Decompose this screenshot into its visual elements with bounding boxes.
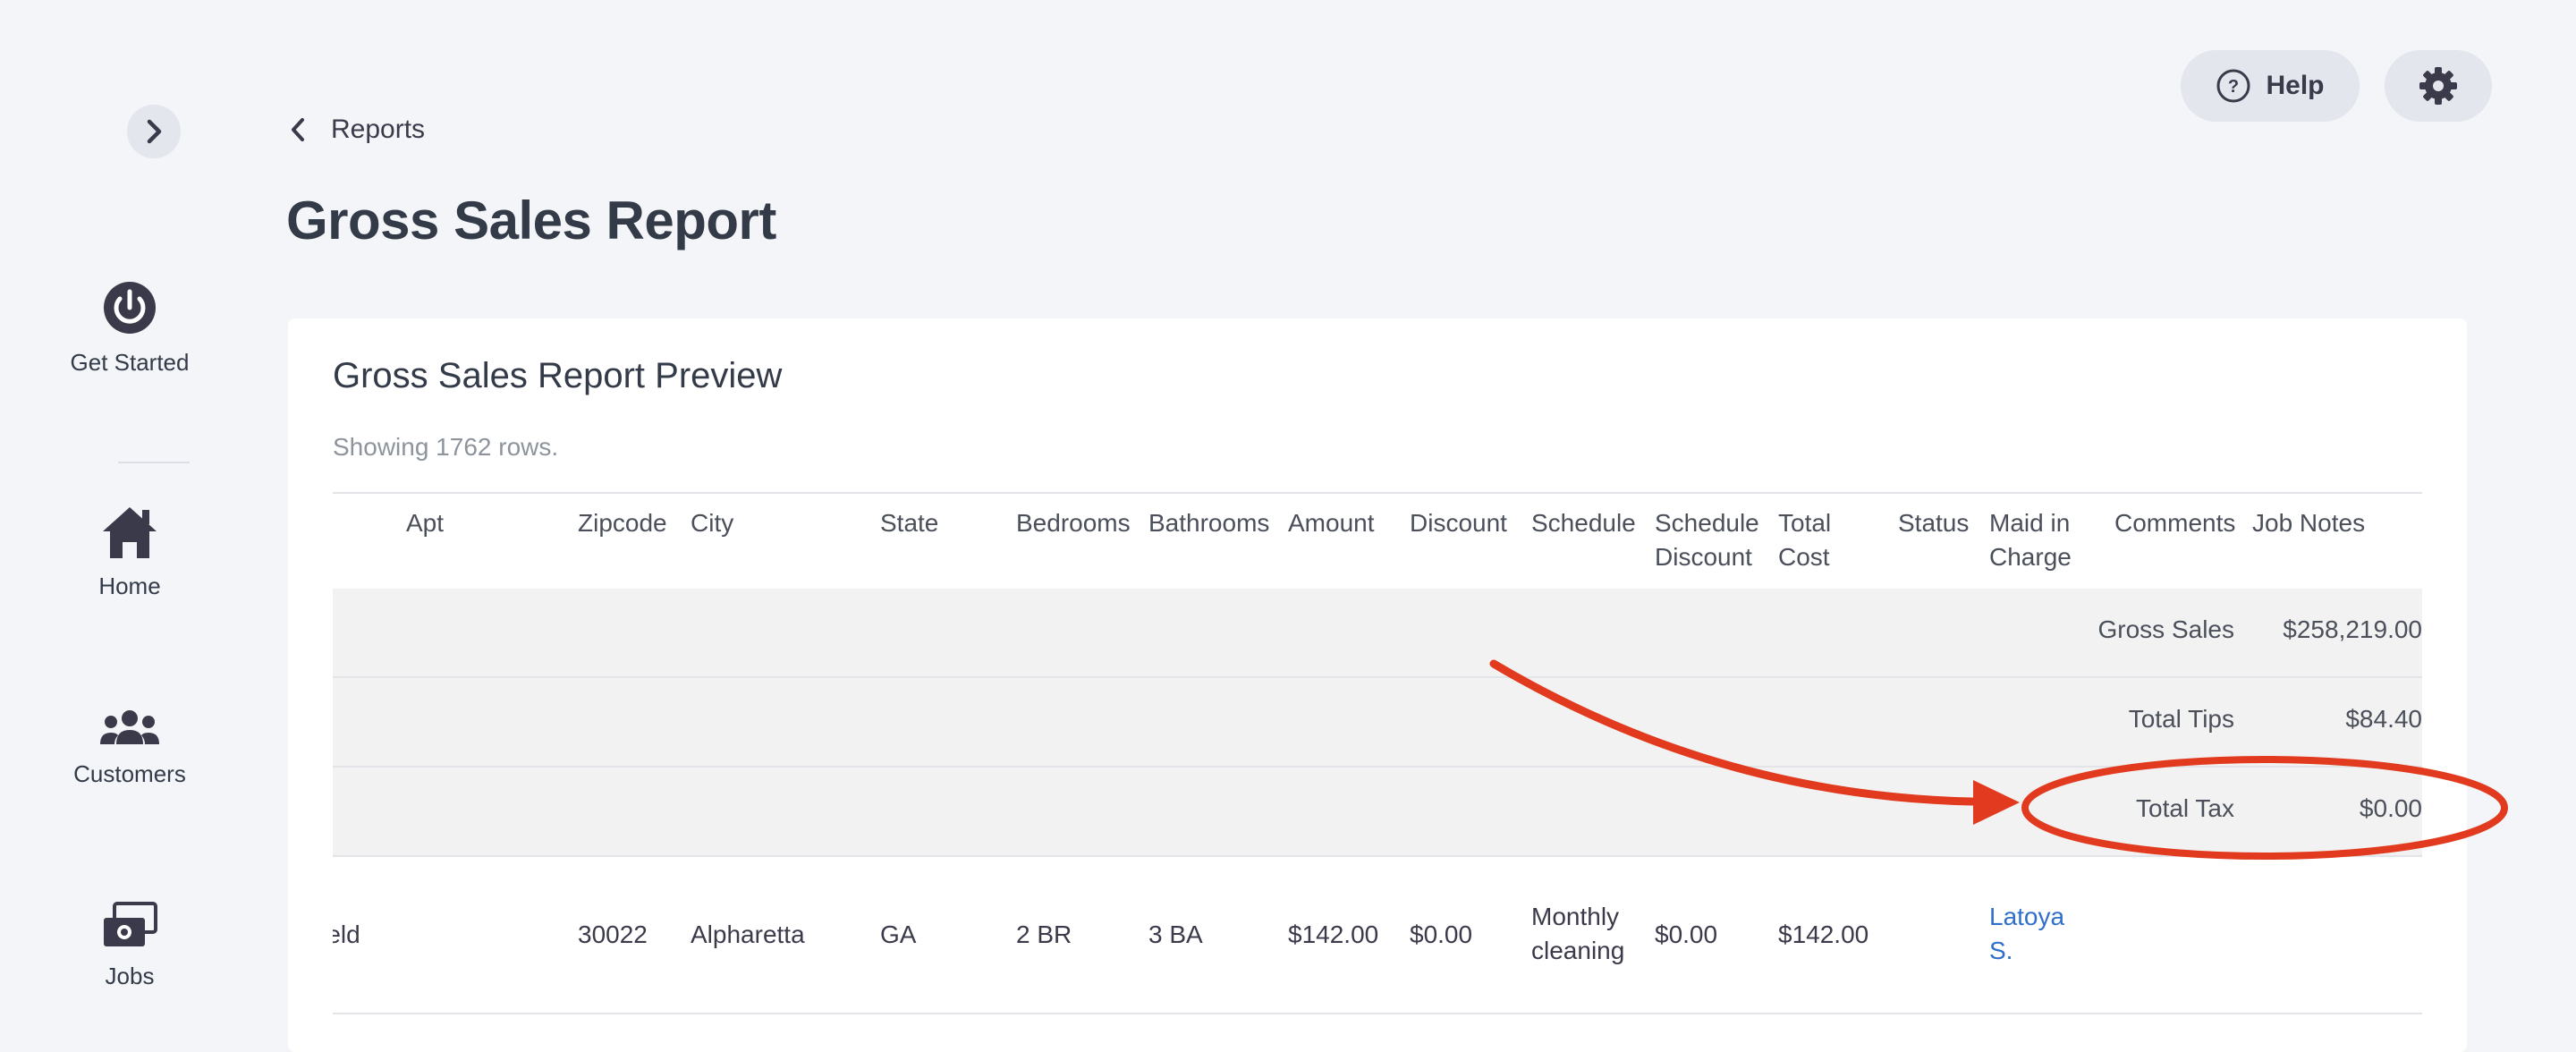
breadcrumb-reports-link[interactable]: Reports: [331, 115, 425, 145]
column-header: City: [691, 509, 734, 537]
summary-label: Gross Sales: [2097, 615, 2235, 643]
jobs-icon: [104, 902, 157, 946]
page-title: Gross Sales Report: [286, 191, 776, 250]
sidebar-item-label: Customers: [73, 760, 186, 787]
svg-text:?: ?: [2228, 77, 2239, 97]
cell-state: GA: [880, 920, 917, 948]
column-header: Schedule: [1531, 509, 1636, 537]
cell-zipcode: 30022: [578, 920, 648, 948]
row-count-text: Showing 1762 rows.: [333, 433, 559, 461]
sidebar-item-label: Jobs: [105, 963, 155, 989]
help-circle-icon: ?: [2216, 69, 2250, 103]
sidebar-item-label: Home: [98, 573, 161, 599]
column-header: Job Notes: [2252, 509, 2366, 537]
sidebar: Get Started Home Customers Jobs: [0, 0, 259, 1025]
column-header: Bathrooms: [1148, 509, 1270, 537]
summary-row-gross-sales: Gross Sales $258,219.00: [333, 589, 2422, 678]
cell-discount: $0.00: [1410, 920, 1473, 948]
breadcrumb[interactable]: Reports: [288, 115, 425, 145]
home-icon: [103, 507, 157, 558]
help-button[interactable]: ? Help: [2181, 50, 2360, 122]
summary-label: Total Tips: [2128, 705, 2234, 733]
power-icon: [104, 282, 156, 334]
cell-bathrooms: 3 BA: [1148, 920, 1203, 948]
chevron-left-icon: [292, 118, 304, 141]
column-header: State: [880, 509, 939, 537]
cell-amount: $142.00: [1288, 920, 1379, 948]
sidebar-item-label: Get Started: [70, 349, 190, 376]
expand-sidebar-button[interactable]: [127, 105, 181, 158]
column-header: Maid in Charge: [1989, 509, 2072, 571]
settings-button[interactable]: [2385, 50, 2492, 122]
column-header: Total Cost: [1778, 509, 1832, 571]
cell-total-cost: $142.00: [1778, 920, 1869, 948]
gear-icon: [2419, 67, 2457, 105]
summary-value: $84.40: [2345, 705, 2422, 733]
column-header: Status: [1898, 509, 1970, 537]
summary-value: $258,219.00: [2283, 615, 2422, 643]
help-label: Help: [2266, 71, 2325, 100]
column-header: Schedule Discount: [1655, 509, 1759, 571]
summary-label: Total Tax: [2136, 794, 2234, 822]
summary-row-total-tax: Total Tax $0.00: [333, 768, 2422, 857]
column-header: Bedrooms: [1016, 509, 1131, 537]
sidebar-item-customers[interactable]: Customers: [0, 708, 259, 788]
chevron-right-icon: [147, 119, 162, 144]
summary-value: $0.00: [2359, 794, 2422, 822]
maid-link[interactable]: Latoya S.: [1989, 900, 2070, 968]
sidebar-item-home[interactable]: Home: [0, 505, 259, 600]
column-header: Discount: [1410, 509, 1507, 537]
sidebar-item-get-started[interactable]: Get Started: [0, 279, 259, 377]
cell-schedule: Monthly cleaning: [1531, 903, 1625, 964]
sidebar-divider: [118, 462, 190, 463]
column-header: Amount: [1288, 509, 1375, 537]
users-icon: [100, 710, 159, 744]
cell-street: rfield: [333, 920, 360, 948]
column-header: Apt: [406, 509, 445, 537]
card-title: Gross Sales Report Preview: [333, 356, 783, 395]
column-header: Comments: [2114, 509, 2236, 537]
cell-city: Alpharetta: [691, 920, 805, 948]
column-header: Zipcode: [578, 509, 667, 537]
report-table[interactable]: s Apt Zipcode City State Bedrooms Bathro…: [333, 492, 2422, 1052]
table-row[interactable]: rfield 30022 Alpharetta GA 2 BR 3 BA $14…: [333, 857, 2422, 1014]
cell-bedrooms: 2 BR: [1016, 920, 1072, 948]
cell-schedule-discount: $0.00: [1655, 920, 1718, 948]
summary-row-total-tips: Total Tips $84.40: [333, 678, 2422, 768]
table-header-row: s Apt Zipcode City State Bedrooms Bathro…: [333, 492, 2422, 590]
report-preview-card: Gross Sales Report Preview Showing 1762 …: [288, 318, 2467, 1052]
sidebar-item-jobs[interactable]: Jobs: [0, 902, 259, 990]
